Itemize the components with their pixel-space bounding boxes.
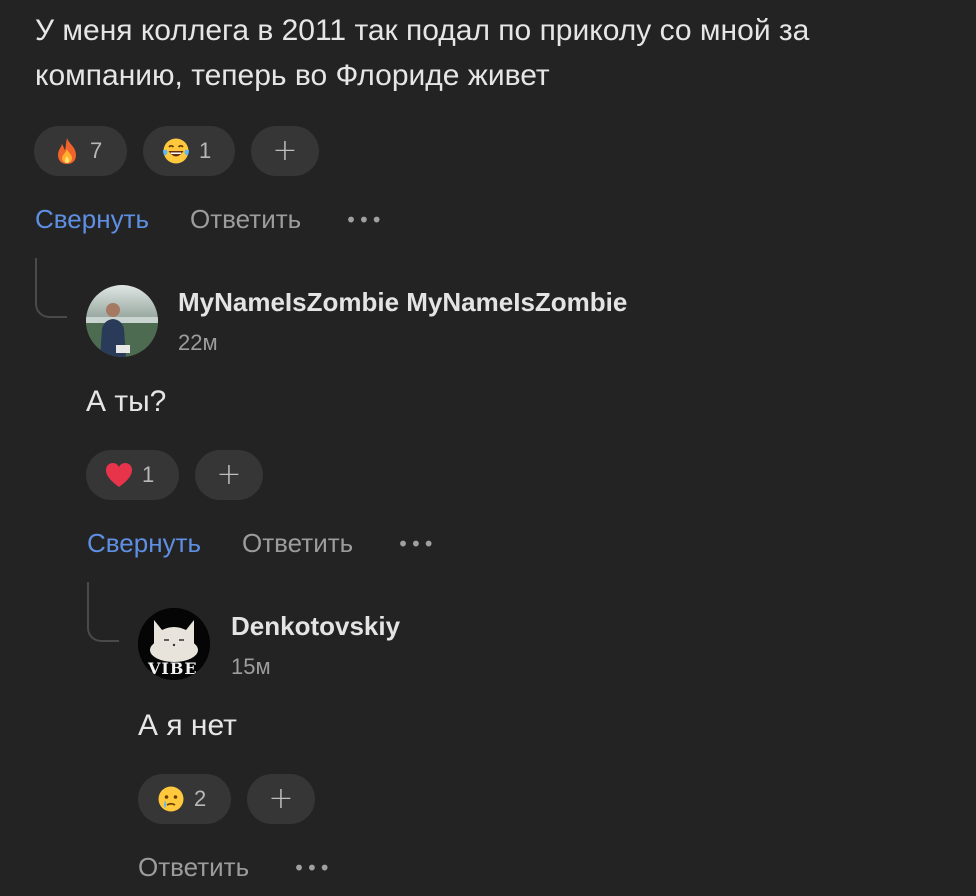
avatar-caption: VIBE xyxy=(148,659,198,678)
comment-author[interactable]: MyNameIsZombie MyNameIsZombie xyxy=(178,287,627,318)
reaction-crying[interactable]: 2 xyxy=(138,774,231,824)
collapse-button[interactable]: Свернуть xyxy=(87,528,201,559)
comment-author[interactable]: Denkotovskiy xyxy=(231,611,400,642)
comment-text: У меня коллега в 2011 так подал по прико… xyxy=(35,14,810,92)
avatar[interactable]: VIBE xyxy=(138,608,210,680)
more-options-icon[interactable]: ••• xyxy=(397,532,435,556)
thread-connector xyxy=(87,582,119,642)
thread-connector xyxy=(35,258,67,318)
reaction-count: 7 xyxy=(90,138,103,163)
reaction-count: 1 xyxy=(142,462,155,487)
reaction-count: 1 xyxy=(199,138,212,163)
plus-icon: + xyxy=(268,781,294,816)
avatar-photo xyxy=(86,285,158,357)
reaction-laughing[interactable]: 1 xyxy=(143,126,235,176)
add-reaction-button[interactable]: + xyxy=(195,450,263,500)
reaction-count: 2 xyxy=(194,786,207,811)
comment-actions: Ответить ••• xyxy=(138,852,332,883)
comment-text: А ты? xyxy=(86,385,167,418)
fire-emoji-icon xyxy=(58,138,76,164)
more-options-icon[interactable]: ••• xyxy=(293,856,331,880)
red-heart-emoji-icon xyxy=(106,463,132,487)
comment-actions: Свернуть Ответить ••• xyxy=(87,528,436,559)
reply-button[interactable]: Ответить xyxy=(242,528,353,559)
reaction-fire[interactable]: 7 xyxy=(34,126,127,176)
comment-actions: Свернуть Ответить ••• xyxy=(35,204,384,235)
comment-text: А я нет xyxy=(138,709,237,742)
plus-icon: + xyxy=(272,133,298,168)
reaction-heart[interactable]: 1 xyxy=(86,450,179,500)
reactions-bar: 1 + xyxy=(86,450,263,500)
plus-icon: + xyxy=(216,457,242,492)
comment-timestamp: 15м xyxy=(231,654,271,679)
more-options-icon[interactable]: ••• xyxy=(345,208,383,232)
reactions-bar: 7 1 + xyxy=(34,126,319,176)
add-reaction-button[interactable]: + xyxy=(247,774,315,824)
reactions-bar: 2 + xyxy=(138,774,315,824)
reply-button[interactable]: Ответить xyxy=(190,204,301,235)
collapse-button[interactable]: Свернуть xyxy=(35,204,149,235)
add-reaction-button[interactable]: + xyxy=(251,126,319,176)
laughing-tears-emoji-icon xyxy=(163,138,189,164)
crying-face-emoji-icon xyxy=(158,786,184,812)
reply-button[interactable]: Ответить xyxy=(138,852,249,883)
avatar[interactable] xyxy=(86,285,158,357)
comment-timestamp: 22м xyxy=(178,330,218,355)
